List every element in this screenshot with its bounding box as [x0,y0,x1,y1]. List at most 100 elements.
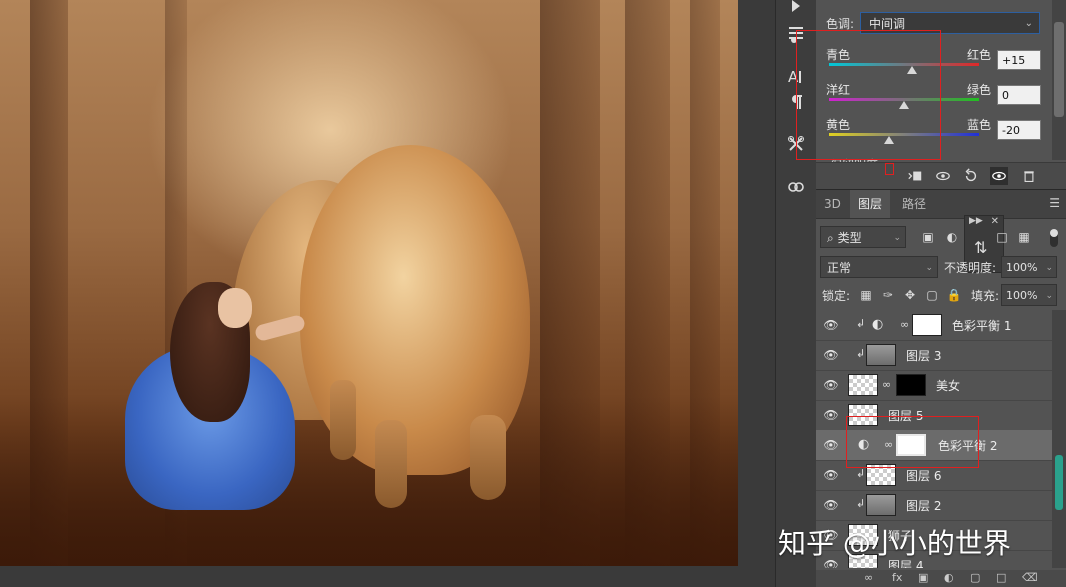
layer-row[interactable]: 👁 ∞ 美女 [816,370,1052,401]
tab-paths[interactable]: 路径 [894,190,934,218]
lock-label: 锁定: [822,289,851,303]
clip-to-layer-icon[interactable] [906,167,924,185]
search-icon: ⌕ [827,231,834,245]
magenta-green-slider[interactable]: 洋红 绿色 [826,81,991,115]
slider-thumb[interactable] [884,136,894,144]
layer-row[interactable]: 👁 ↲ 图层 3 [816,340,1052,371]
properties-scrollbar[interactable] [1052,0,1066,160]
fill-input[interactable]: 100% ⌄ [1001,284,1057,306]
layer-thumbnail[interactable] [848,404,878,426]
eye-icon[interactable]: 👁 [823,438,838,452]
paragraph-panel-icon[interactable] [784,90,808,114]
eye-icon[interactable]: 👁 [823,498,838,512]
canvas-pasteboard [738,0,775,566]
view-previous-state-icon[interactable] [934,167,952,185]
link-layers-icon[interactable]: ∞ [864,571,873,584]
eye-icon[interactable]: 👁 [823,408,838,422]
layer-thumbnail[interactable] [866,344,896,366]
filter-shape-icon[interactable]: □ [994,229,1010,245]
reset-icon[interactable] [962,167,980,185]
tab-3d[interactable]: 3D [816,190,849,218]
link-icon[interactable]: ∞ [882,378,891,391]
character-panel-icon[interactable]: A [784,65,808,89]
layer-row[interactable]: 👁 ↲ 图层 6 [816,460,1052,491]
slider-thumb[interactable] [899,101,909,109]
layer-name[interactable]: 色彩平衡 1 [952,317,1011,334]
layer-mask-thumbnail[interactable] [912,314,942,336]
opacity-input[interactable]: 100% ⌄ [1001,256,1057,278]
layer-filter-row: ⌕ 类型 ⌄ ▣ ◐ □ ▦ [816,226,1066,250]
link-icon[interactable]: ∞ [900,318,909,331]
lion-leg [375,420,407,508]
panel-menu-icon[interactable]: ☰ [1049,196,1060,210]
panel-tabs: 3D 图层 路径 ☰ [816,190,1066,219]
fill-label: 填充: [971,289,1000,303]
yellow-blue-value[interactable]: -20 [997,120,1041,140]
creative-cloud-icon[interactable] [784,174,808,198]
document-canvas[interactable] [0,0,738,566]
layer-name[interactable]: 图层 2 [906,497,941,514]
new-group-icon[interactable]: ▢ [970,571,980,584]
eye-icon[interactable]: 👁 [823,378,838,392]
tone-select[interactable]: 中间调 ⌄ [860,12,1040,34]
visibility-eye-icon[interactable] [990,167,1008,185]
lock-artboard-icon[interactable]: ▢ [924,287,940,303]
slider-track[interactable] [829,63,979,66]
adjustments-panel-icon[interactable] [784,22,808,46]
arrow-icon[interactable] [784,0,808,18]
tab-layers[interactable]: 图层 [850,190,891,218]
layers-footer: ∞ fx ▣ ◐ ▢ □ ⌫ [816,570,1066,587]
trash-icon[interactable]: ⌫ [1022,571,1038,584]
yellow-blue-slider[interactable]: 黄色 蓝色 [826,116,991,150]
layer-row[interactable]: 👁 ↲ ◐ ∞ 色彩平衡 1 [816,310,1052,341]
canvas-horizontal-scrollbar[interactable] [0,566,775,587]
new-layer-icon[interactable]: □ [996,571,1006,584]
layer-name[interactable]: 美女 [936,377,960,394]
add-mask-icon[interactable]: ▣ [918,571,928,584]
layer-row[interactable]: 👁 图层 5 [816,400,1052,431]
eye-icon[interactable]: 👁 [823,318,838,332]
filter-smart-object-icon[interactable]: ▦ [1016,229,1032,245]
cyan-red-slider[interactable]: 青色 红色 [826,46,991,80]
layers-scrollbar[interactable] [1052,310,1066,568]
layer-thumbnail[interactable] [866,494,896,516]
filter-toggle[interactable] [1050,229,1058,247]
trash-icon[interactable] [1020,167,1038,185]
slider-left-label: 黄色 [826,118,851,132]
filter-pixel-icon[interactable]: ▣ [920,229,936,245]
layer-name[interactable]: 图层 5 [888,407,923,424]
layer-name[interactable]: 图层 3 [906,347,941,364]
scrollbar-thumb[interactable] [1055,455,1063,510]
layer-row-selected[interactable]: 👁 ◐ ∞ 色彩平衡 2 [816,430,1052,461]
lock-brush-icon[interactable]: ✑ [880,287,896,303]
layer-mask-thumbnail[interactable] [896,374,926,396]
layer-name[interactable]: 色彩平衡 2 [938,437,997,454]
filter-adjustment-icon[interactable]: ◐ [944,229,960,245]
opacity-label: 不透明度: [944,261,997,275]
slider-left-label: 洋红 [826,83,851,97]
eye-icon[interactable]: 👁 [823,468,838,482]
chevron-down-icon: ⌄ [1045,291,1053,301]
slider-thumb[interactable] [906,66,917,74]
link-icon[interactable]: ∞ [884,438,893,451]
layer-thumbnail[interactable] [866,464,896,486]
layer-style-fx-icon[interactable]: fx [892,571,902,584]
layer-mask-thumbnail[interactable] [896,434,926,456]
layer-thumbnail[interactable] [848,374,878,396]
lock-move-icon[interactable]: ✥ [902,287,918,303]
expand-icon[interactable]: ▶▶ [969,216,983,226]
new-adjustment-icon[interactable]: ◐ [944,571,954,584]
eye-icon[interactable]: 👁 [823,348,838,362]
slider-track[interactable] [829,133,979,136]
magenta-green-value[interactable]: 0 [997,85,1041,105]
tools-panel-icon[interactable] [784,132,808,156]
layer-name[interactable]: 图层 6 [906,467,941,484]
layer-row[interactable]: 👁 ↲ 图层 2 [816,490,1052,521]
blend-row: 正常 ⌄ 不透明度: 100% ⌄ [816,256,1066,280]
blend-mode-select[interactable]: 正常 ⌄ [820,256,938,278]
layer-filter-select[interactable]: ⌕ 类型 ⌄ [820,226,906,248]
cyan-red-value[interactable]: +15 [997,50,1041,70]
lock-transparent-icon[interactable]: ▦ [858,287,874,303]
lock-all-icon[interactable]: 🔒 [946,287,962,303]
scrollbar-thumb[interactable] [1054,22,1064,117]
